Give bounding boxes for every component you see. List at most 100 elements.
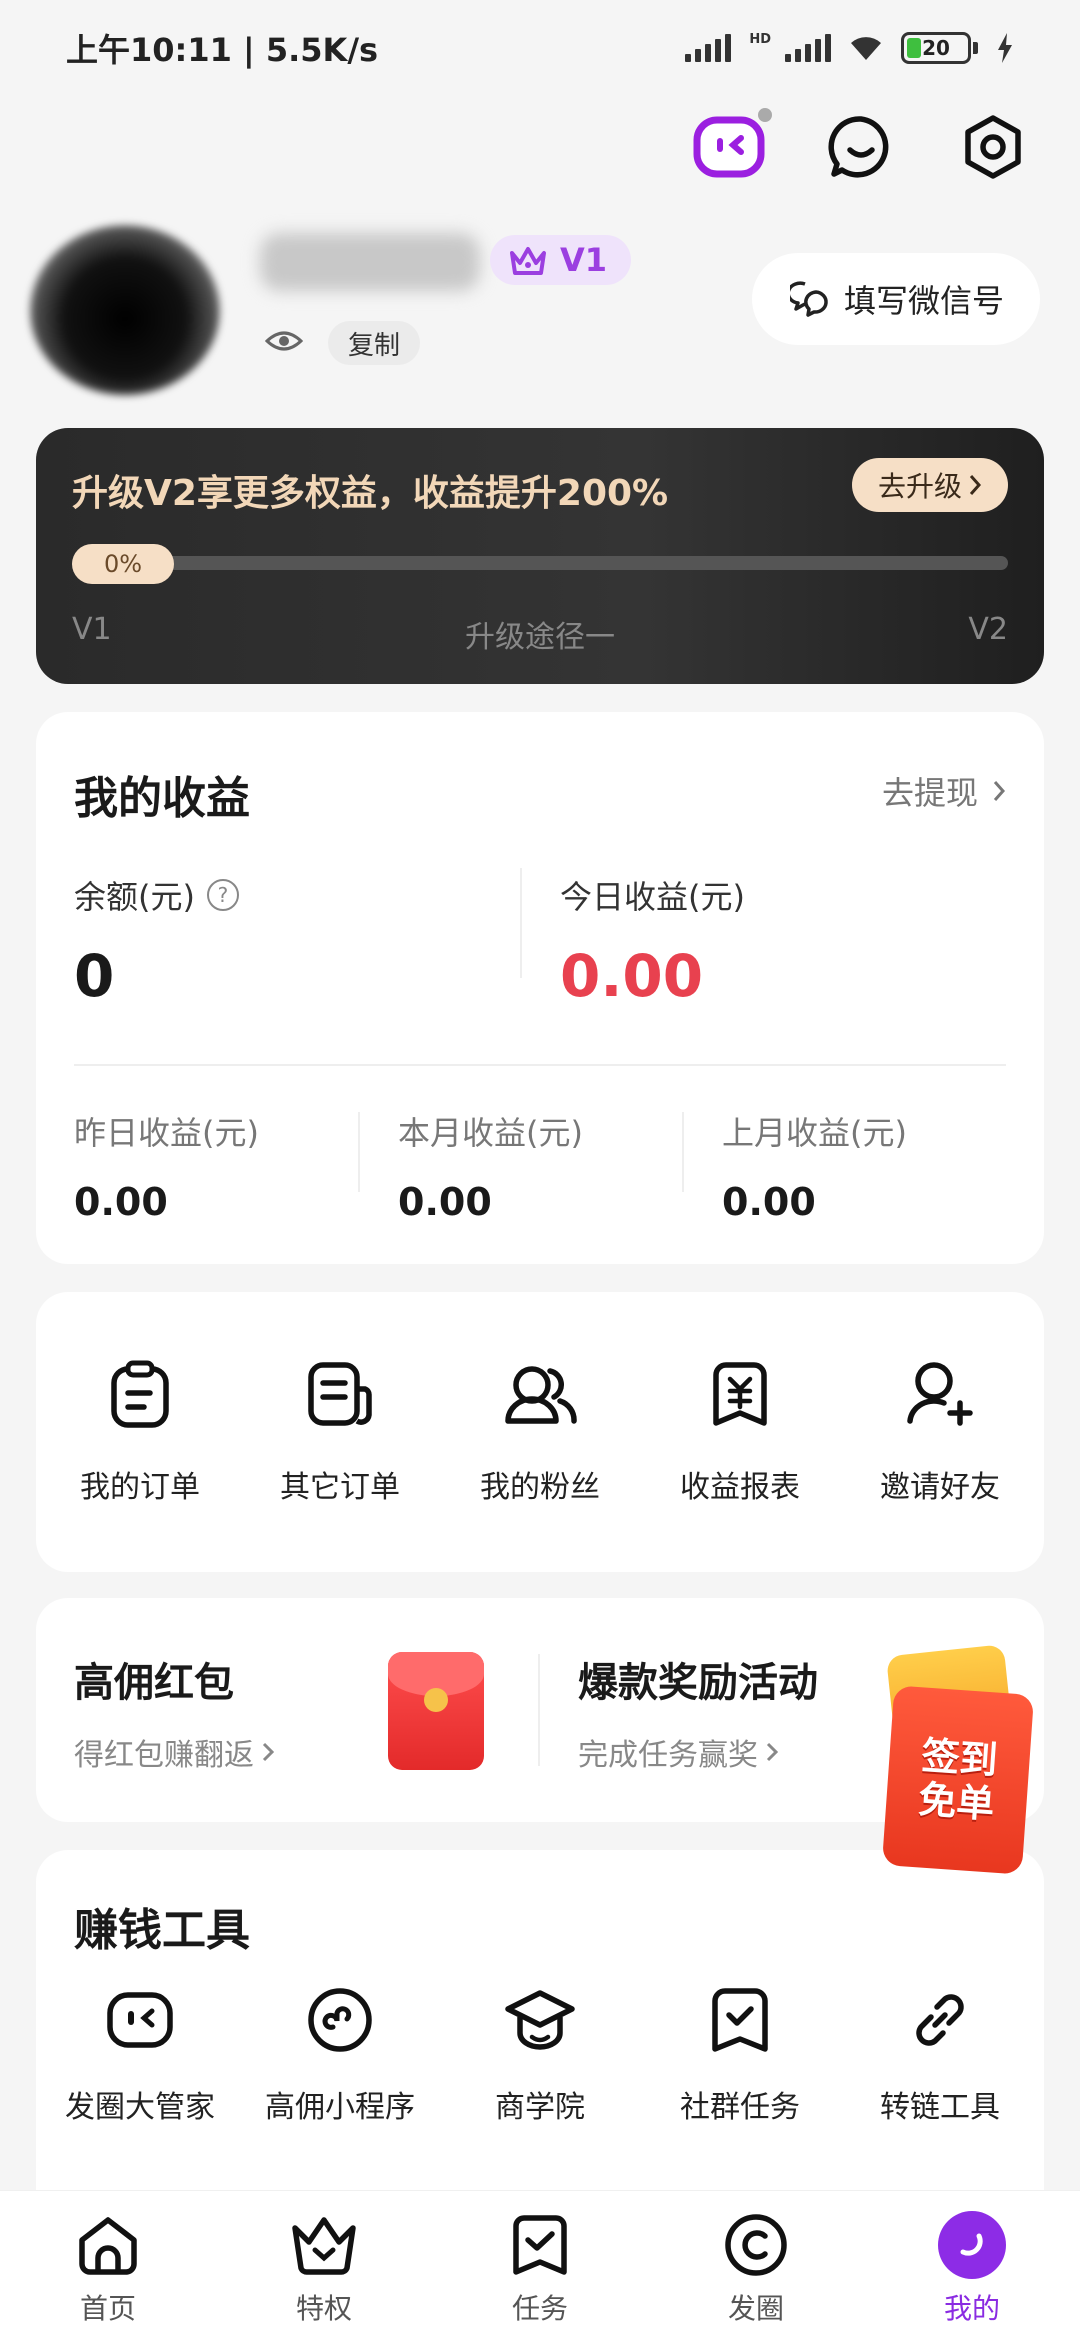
fill-wechat-button[interactable]: 填写微信号 — [751, 253, 1040, 345]
my-orders-label: 我的订单 — [80, 1470, 200, 1505]
chevron-right-icon — [766, 1742, 778, 1762]
upgrade-path-label: 升级途径一 — [465, 620, 615, 655]
invite-icon — [907, 1362, 973, 1426]
yesterday-earnings-label: 昨日收益(元) — [74, 1114, 259, 1152]
tab-moments[interactable]: 发圈 — [666, 2205, 846, 2327]
tool-robot-manager[interactable]: 发圈大管家 — [40, 1980, 240, 2126]
settings-button[interactable] — [956, 110, 1030, 184]
red-packet-subtitle-row: 得红包赚翻返 — [74, 1730, 274, 1774]
signal-icon — [685, 34, 732, 62]
report-icon — [713, 1362, 767, 1426]
upgrade-button-label: 去升级 — [877, 470, 962, 503]
robot-face-icon — [693, 116, 765, 178]
last-month-earnings: 上月收益(元) 0.00 — [722, 1108, 907, 1224]
level-badge[interactable]: V1 — [490, 235, 632, 285]
tool-community-tasks[interactable]: 社群任务 — [640, 1980, 840, 2126]
red-packet-title: 高佣红包 — [74, 1660, 234, 1706]
yesterday-earnings-value: 0.00 — [74, 1180, 168, 1224]
tool-business-school[interactable]: 商学院 — [440, 1980, 640, 2126]
divider — [520, 868, 522, 978]
today-earnings-label: 今日收益(元) — [560, 878, 745, 916]
tool-community-tasks-label: 社群任务 — [680, 2090, 800, 2125]
tab-profile[interactable]: 我的 — [882, 2205, 1062, 2327]
network-type-label: HD — [749, 32, 771, 47]
month-earnings-value: 0.00 — [398, 1180, 492, 1224]
reward-activity-title: 爆款奖励活动 — [578, 1660, 818, 1706]
graduation-cap-icon — [505, 1990, 575, 2050]
messages-button[interactable] — [824, 110, 898, 184]
tool-business-school-label: 商学院 — [495, 2090, 585, 2125]
balance-value: 0 — [74, 942, 115, 1010]
robot-icon — [107, 1992, 173, 2048]
tab-home[interactable]: 首页 — [18, 2205, 198, 2327]
signal-hd-icon — [785, 34, 831, 62]
other-orders-label: 其它订单 — [280, 1470, 400, 1505]
profile-section: V1 复制 填写微信号 — [20, 205, 1060, 405]
tab-home-label: 首页 — [79, 2292, 136, 2325]
tool-mini-program[interactable]: 高佣小程序 — [240, 1980, 440, 2126]
battery-level: 20 — [922, 36, 950, 60]
status-time-speed: 上午10:11 | 5.5K/s — [66, 31, 379, 69]
crown-icon — [292, 2217, 356, 2275]
tab-tasks[interactable]: 任务 — [450, 2205, 630, 2327]
earnings-card: 我的收益 去提现 余额(元) ? 0 今日收益(元) 0.00 昨日收益(元) … — [36, 712, 1044, 1264]
checkin-free-order-badge[interactable]: 签到 免单 — [880, 1644, 1035, 1876]
chevron-right-icon — [993, 781, 1006, 801]
wifi-icon — [851, 37, 881, 60]
upgrade-card: 升级V2享更多权益，收益提升200% 去升级 0% V1 升级途径一 V2 — [36, 428, 1044, 684]
my-fans-item[interactable]: 我的粉丝 — [440, 1292, 640, 1572]
reward-activity-subtitle: 完成任务赢奖 — [578, 1738, 758, 1773]
tool-mini-program-label: 高佣小程序 — [265, 2090, 415, 2125]
tab-privileges[interactable]: 特权 — [234, 2205, 414, 2327]
withdraw-label: 去提现 — [881, 774, 978, 812]
eye-icon[interactable] — [265, 327, 303, 355]
tool-robot-manager-label: 发圈大管家 — [65, 2090, 215, 2125]
tab-profile-label: 我的 — [943, 2292, 1000, 2325]
divider — [682, 1112, 684, 1192]
my-fans-label: 我的粉丝 — [480, 1470, 600, 1505]
chat-bubble-icon — [828, 116, 889, 178]
orders-grid-card: 我的订单 其它订单 我的粉丝 收益报表 邀请好友 — [36, 1292, 1044, 1572]
status-bar: 上午10:11 | 5.5K/s HD 20 — [0, 0, 1080, 96]
fill-wechat-label: 填写微信号 — [843, 282, 1004, 320]
invite-friends-item[interactable]: 邀请好友 — [840, 1292, 1040, 1572]
bottom-tab-bar: 首页 特权 任务 发圈 我的 — [0, 2190, 1080, 2340]
chevron-right-icon — [262, 1742, 274, 1762]
money-tools-title: 赚钱工具 — [74, 1905, 250, 1956]
other-orders-item[interactable]: 其它订单 — [240, 1292, 440, 1572]
badge-front: 签到 免单 — [881, 1685, 1035, 1875]
gear-icon — [965, 115, 1021, 179]
upgrade-progress-label: 0% — [72, 544, 174, 584]
task-check-icon — [712, 1988, 768, 2052]
wechat-chat-icon — [789, 281, 828, 317]
earnings-report-item[interactable]: 收益报表 — [640, 1292, 840, 1572]
divider — [358, 1112, 360, 1192]
assistant-button[interactable] — [692, 108, 772, 184]
help-icon[interactable]: ? — [206, 879, 239, 911]
avatar[interactable] — [30, 225, 220, 395]
tool-link-converter-label: 转链工具 — [880, 2090, 1000, 2125]
month-earnings-label: 本月收益(元) — [398, 1114, 583, 1152]
tab-privileges-label: 特权 — [295, 2292, 352, 2325]
red-packet-subtitle: 得红包赚翻返 — [74, 1738, 254, 1773]
withdraw-link[interactable]: 去提现 — [882, 768, 1006, 814]
money-tools-row: 发圈大管家 高佣小程序 商学院 社群任务 转链工具 — [36, 1980, 1044, 2126]
copy-button[interactable]: 复制 — [328, 321, 421, 365]
upgrade-title: 升级V2享更多权益，收益提升200% — [72, 473, 669, 514]
earnings-title: 我的收益 — [74, 773, 250, 824]
other-orders-icon — [308, 1362, 372, 1426]
last-month-earnings-label: 上月收益(元) — [722, 1114, 907, 1152]
my-orders-item[interactable]: 我的订单 — [40, 1292, 240, 1572]
checkin-badge-text: 签到 免单 — [917, 1733, 999, 1827]
charging-icon — [998, 33, 1012, 63]
tab-moments-label: 发圈 — [727, 2292, 784, 2325]
money-tools-card: 赚钱工具 发圈大管家 高佣小程序 商学院 社群任务 转链工具 — [36, 1850, 1044, 2210]
tool-link-converter[interactable]: 转链工具 — [840, 1980, 1040, 2126]
last-month-earnings-value: 0.00 — [722, 1180, 816, 1224]
reward-activity-subtitle-row: 完成任务赢奖 — [578, 1730, 778, 1774]
upgrade-button[interactable]: 去升级 — [851, 458, 1008, 512]
balance-label: 余额(元) — [74, 878, 195, 916]
balance-label-row: 余额(元) ? — [74, 872, 239, 918]
battery-icon: 20 — [901, 32, 971, 64]
username-blurred — [260, 233, 480, 291]
